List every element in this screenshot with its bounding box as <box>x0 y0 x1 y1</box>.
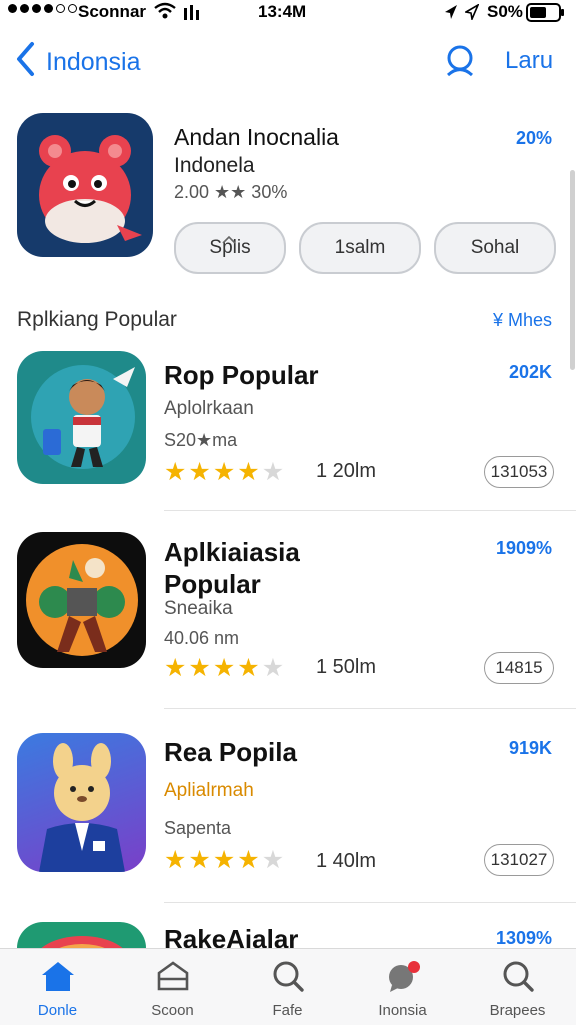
star-icon: ★ <box>212 458 236 486</box>
featured-button-2-label: 1salm <box>334 237 386 258</box>
app-icon-3[interactable] <box>17 733 146 872</box>
app-percent-4: 1309% <box>495 928 552 948</box>
tab-updates-label: Brapees <box>489 1002 546 1019</box>
tab-home[interactable]: Donle <box>0 949 115 1025</box>
app-meta-2: 40.06 nm <box>164 628 240 648</box>
app-meta-3: Sapenta <box>164 818 232 838</box>
tab-home-label: Donle <box>37 1002 78 1019</box>
data-icon <box>182 4 202 25</box>
featured-button-1[interactable]: Splis <box>174 222 286 274</box>
star-icon: ★ <box>188 846 211 874</box>
location-outline-icon <box>463 3 480 25</box>
star-empty-icon: ★ <box>261 458 285 486</box>
star-icon: ★ <box>212 654 236 682</box>
featured-app-subtitle: Indonela <box>174 154 255 177</box>
featured-app-percent: 20% <box>515 128 552 148</box>
app-count-3: 1 40lm <box>316 850 377 872</box>
app-rank-1: 131053 <box>484 456 554 488</box>
app-rank-3: 131027 <box>484 844 554 876</box>
search-icon <box>499 959 537 998</box>
app-name-3: Rea Popila <box>164 737 297 767</box>
star-icon: ★ <box>237 654 260 682</box>
tab-store[interactable]: Scoon <box>115 949 230 1025</box>
featured-button-3[interactable]: Sohal <box>434 222 556 274</box>
store-icon <box>154 959 192 998</box>
featured-button-3-label: Sohal <box>470 237 520 258</box>
status-bar: Sconnar 13:4M S0% <box>0 0 576 26</box>
tab-indonesia[interactable]: Inonsia <box>345 949 460 1025</box>
featured-app-icon[interactable] <box>17 113 153 257</box>
search-icon[interactable] <box>444 44 478 83</box>
star-icon: ★ <box>212 846 236 874</box>
star-icon: ★ <box>188 654 211 682</box>
chat-notification-icon <box>384 959 422 998</box>
star-icon: ★ <box>188 458 211 486</box>
app-category-1: Aplolrkaan <box>164 398 254 419</box>
app-percent-2: 1909% <box>495 538 552 558</box>
divider <box>164 510 576 511</box>
back-label: Indonsia <box>46 47 141 76</box>
clock-time: 13:4M <box>258 2 307 21</box>
app-rating-stars-2: ★ ★ ★ ★ ★ <box>164 656 284 681</box>
tab-updates[interactable]: Brapees <box>460 949 575 1025</box>
app-rating-stars-3: ★ ★ ★ ★ ★ <box>164 848 284 873</box>
see-more-link[interactable]: ¥ Mhes <box>470 310 552 331</box>
carrier-label: Sconnar <box>78 2 147 21</box>
app-icon-1[interactable] <box>17 351 146 484</box>
battery-icon <box>526 3 566 28</box>
chevron-up-icon <box>222 228 236 250</box>
tab-bar: Donle Scoon Fafe Inonsia Brapees <box>0 948 576 1025</box>
featured-app-title: Andan Inocnalia <box>174 124 339 150</box>
scrollbar[interactable] <box>570 170 575 370</box>
star-icon: ★ <box>164 654 187 682</box>
app-rank-2: 14815 <box>484 652 554 684</box>
tab-search[interactable]: Fafe <box>230 949 345 1025</box>
app-count-2: 1 50lm <box>316 656 377 678</box>
tab-store-label: Scoon <box>151 1002 194 1019</box>
home-icon <box>39 959 77 998</box>
battery-percent: S0% <box>487 2 523 21</box>
section-title: Rplkiang Popular <box>17 308 177 331</box>
star-icon: ★ <box>164 458 187 486</box>
app-percent-1: 202K <box>508 362 552 382</box>
app-name-1: Rop Popular <box>164 360 319 390</box>
app-count-1: 1 20lm <box>316 460 377 482</box>
star-icon: ★ <box>237 846 260 874</box>
tab-search-label: Fafe <box>272 1002 303 1019</box>
chevron-left-icon <box>14 41 36 84</box>
star-empty-icon: ★ <box>261 846 285 874</box>
featured-app-rating: 2.00 ★★ 30% <box>174 182 288 202</box>
nav-right-button[interactable]: Laru <box>505 47 553 75</box>
featured-button-2[interactable]: 1salm <box>299 222 421 274</box>
tab-indonesia-label: Inonsia <box>378 1002 427 1019</box>
app-rating-stars-1: ★ ★ ★ ★ ★ <box>164 460 284 485</box>
star-icon: ★ <box>164 846 187 874</box>
star-icon: ★ <box>237 458 260 486</box>
signal-dots-icon <box>8 4 77 13</box>
location-icon <box>444 4 458 25</box>
divider <box>164 708 576 709</box>
back-button[interactable]: Indonsia <box>14 41 184 84</box>
app-meta-1: S20★ma <box>164 430 238 450</box>
app-name-2: Aplkiaiasia Popular <box>164 537 300 599</box>
app-icon-2[interactable] <box>17 532 146 668</box>
app-percent-3: 919K <box>508 738 552 758</box>
search-icon <box>269 959 307 998</box>
divider <box>164 902 576 903</box>
star-empty-icon: ★ <box>261 654 285 682</box>
app-category-3: Aplialrmah <box>164 780 254 801</box>
app-category-2: Sneaika <box>164 598 233 619</box>
wifi-icon <box>154 2 176 25</box>
